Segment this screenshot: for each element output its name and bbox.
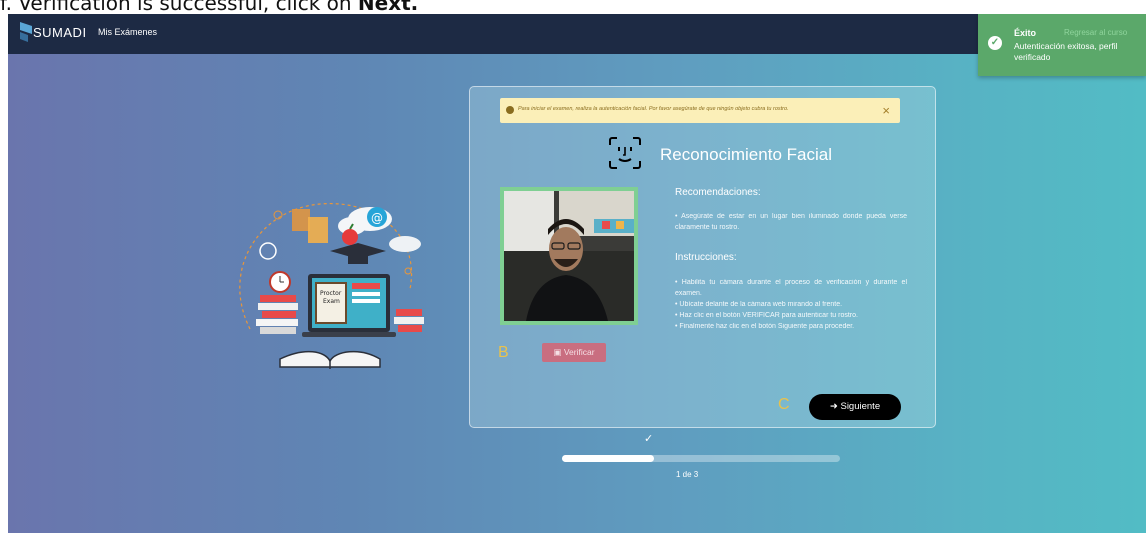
alert-text: Para iniciar el examen, realiza la auten… [518,106,789,112]
instructions-list: • Habilita tu cámara durante el proceso … [675,277,907,332]
instruction-item: • Haz clic en el botón VERIFICAR para au… [675,312,858,319]
facial-recognition-card: Para iniciar el examen, realiza la auten… [469,86,936,428]
svg-text:Proctor: Proctor [320,290,342,297]
alert-close-button[interactable]: × [882,103,890,118]
camera-icon: ▣ [553,347,562,357]
arrow-right-icon: ➜ [829,401,838,412]
top-navigation-bar: SUMADI Mis Exámenes [8,14,1146,54]
annotation-c: C [778,396,790,413]
brand-name[interactable]: SUMADI [33,25,87,40]
caption-emphasis: Next. [357,0,419,14]
webcam-frame [500,187,638,325]
progress-fill [562,455,654,462]
instruction-alert: Para iniciar el examen, realiza la auten… [500,98,900,123]
instruction-item: • Habilita tu cámara durante el proceso … [675,279,907,297]
next-button[interactable]: ➜ Siguiente [809,394,901,420]
step-counter: 1 de 3 [676,470,699,479]
svg-text:Exam: Exam [323,298,340,305]
caption-text: f. Verification is successful, click on [0,0,358,14]
instruction-item: • Finalmente haz clic en el botón Siguie… [675,323,855,330]
progress-bar [562,455,840,462]
verify-button-label: Verificar [563,347,595,357]
page-title: Reconocimiento Facial [660,145,832,164]
toast-title: Éxito [1014,28,1037,38]
toast-message: Autenticación exitosa, perfil verificado [1014,41,1118,62]
document-caption: f. Verification is successful, click on … [0,0,1146,14]
success-toast[interactable]: ✓ Éxito Regresar al curso Autenticación … [978,14,1146,76]
info-icon [506,106,514,114]
step-check-icon: ✓ [644,433,654,445]
toast-return-link[interactable]: Regresar al curso [1064,28,1127,37]
app-window: SUMADI Mis Exámenes ✓ Éxito Regresar al … [8,14,1146,533]
recommendations-heading: Recomendaciones: [675,187,761,198]
annotation-b: B [498,344,509,361]
next-button-label: Siguiente [840,401,881,412]
online-exam-illustration: @ Proctor Exam [239,203,424,369]
nav-link-my-exams[interactable]: Mis Exámenes [98,27,157,37]
webcam-preview [504,191,634,321]
svg-text:@: @ [371,211,383,225]
face-scan-icon [609,137,641,169]
recommendations-text: • Asegúrate de estar en un lugar bien il… [675,213,907,231]
instruction-item: • Ubícate delante de la cámara web miran… [675,301,843,308]
verify-button[interactable]: ▣ Verificar [542,343,606,362]
instructions-heading: Instrucciones: [675,252,737,263]
check-circle-icon: ✓ [988,36,1002,50]
